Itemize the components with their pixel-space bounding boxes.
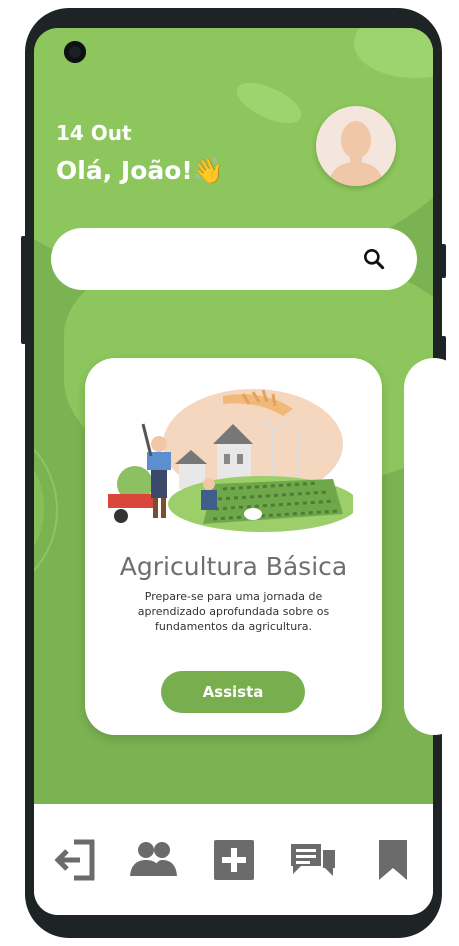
course-description: Prepare-se para uma jornada de aprendiza… [137, 590, 330, 633]
logout-icon[interactable] [52, 836, 100, 884]
add-icon[interactable] [210, 836, 258, 884]
search-bar[interactable] [51, 228, 417, 290]
avatar[interactable] [316, 106, 396, 186]
bookmark-icon[interactable] [369, 836, 417, 884]
users-icon[interactable] [129, 836, 177, 884]
greeting-title: Olá, João!👋 [56, 156, 224, 185]
power-button [441, 244, 446, 278]
course-title: Agricultura Básica [119, 552, 348, 581]
farm-illustration [108, 389, 353, 532]
front-camera [64, 41, 86, 63]
volume-button [21, 236, 26, 344]
chat-icon[interactable] [289, 836, 337, 884]
date-label: 14 Out [56, 121, 132, 145]
search-icon[interactable] [361, 246, 387, 272]
search-input[interactable] [81, 249, 361, 269]
person-icon [328, 121, 384, 186]
next-course-card[interactable] [404, 358, 459, 735]
watch-button[interactable]: Assista [161, 671, 305, 713]
